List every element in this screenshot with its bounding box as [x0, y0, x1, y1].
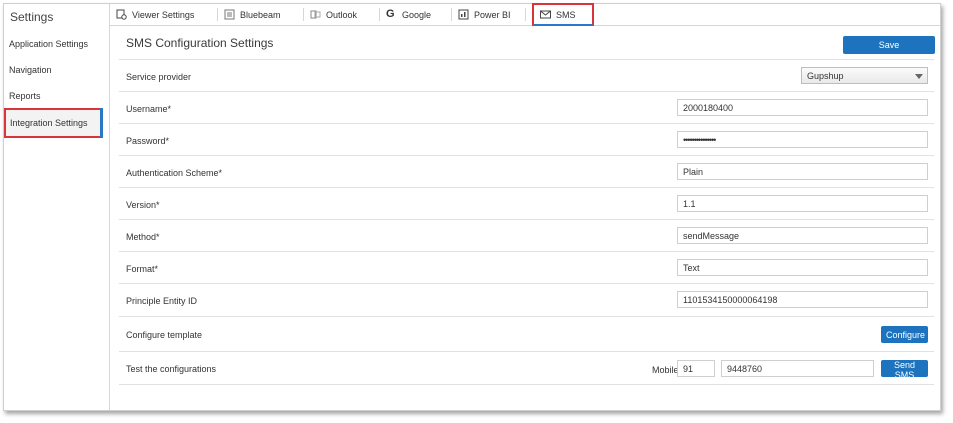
- tab-viewer-settings[interactable]: Viewer Settings: [110, 4, 218, 25]
- form-row-authentication-scheme: Authentication Scheme* Plain: [119, 155, 934, 187]
- envelope-icon: [540, 9, 551, 20]
- password-label: Password*: [126, 136, 170, 146]
- entity-id-input[interactable]: 1101534150000064198: [677, 291, 928, 308]
- tab-label: Viewer Settings: [132, 9, 195, 20]
- form-row-format: Format* Text: [119, 251, 934, 283]
- sidebar-item-application-settings[interactable]: Application Settings: [9, 39, 88, 49]
- form-row-configure-template: Configure template Configure: [119, 316, 934, 351]
- mobile-label: Mobile: [652, 365, 679, 375]
- format-label: Format*: [126, 264, 159, 274]
- version-input[interactable]: 1.1: [677, 195, 928, 212]
- service-provider-value: Gupshup: [807, 71, 844, 81]
- sidebar: Settings Application Settings Navigation…: [4, 4, 110, 410]
- bluebeam-icon: [224, 9, 235, 20]
- power-bi-icon: [458, 9, 469, 20]
- form-row-service-provider: Service provider Gupshup: [119, 59, 934, 91]
- tab-outlook[interactable]: Outlook: [304, 4, 380, 25]
- form-row-version: Version* 1.1: [119, 187, 934, 219]
- viewer-settings-icon: [116, 9, 127, 20]
- tab-label: Power BI: [474, 9, 511, 20]
- configure-template-label: Configure template: [126, 330, 203, 340]
- tab-label: Google: [402, 9, 432, 20]
- sidebar-item-reports[interactable]: Reports: [9, 91, 41, 101]
- tab-power-bi[interactable]: Power BI: [452, 4, 526, 25]
- method-label: Method*: [126, 232, 160, 242]
- username-input[interactable]: 2000180400: [677, 99, 928, 116]
- entity-id-label: Principle Entity ID: [126, 296, 198, 306]
- send-sms-button[interactable]: Send SMS: [881, 360, 928, 380]
- mobile-number-input[interactable]: 9448760: [721, 360, 874, 377]
- tab-google[interactable]: G Google: [380, 4, 452, 25]
- format-input[interactable]: Text: [677, 259, 928, 276]
- sidebar-item-integration-settings[interactable]: Integration Settings: [4, 108, 103, 138]
- service-provider-select[interactable]: Gupshup: [801, 67, 928, 84]
- google-icon: G: [386, 8, 395, 20]
- configure-button[interactable]: Configure: [881, 326, 928, 343]
- tab-label: Bluebeam: [240, 9, 281, 20]
- form-row-test-configurations: Test the configurations Mobile 91 944876…: [119, 351, 934, 385]
- authentication-scheme-input[interactable]: Plain: [677, 163, 928, 180]
- page-title: SMS Configuration Settings: [126, 36, 274, 50]
- service-provider-label: Service provider: [126, 72, 192, 82]
- tab-bluebeam[interactable]: Bluebeam: [218, 4, 304, 25]
- chevron-down-icon: [915, 74, 923, 79]
- password-input[interactable]: •••••••••••••••: [677, 131, 928, 148]
- tab-label: SMS: [556, 9, 576, 20]
- country-code-input[interactable]: 91: [677, 360, 715, 377]
- method-input[interactable]: sendMessage: [677, 227, 928, 244]
- form-row-method: Method* sendMessage: [119, 219, 934, 251]
- version-label: Version*: [126, 200, 160, 210]
- tab-sms[interactable]: SMS: [532, 3, 594, 26]
- main-content: SMS Configuration Settings Save Service …: [111, 26, 939, 410]
- form-row-username: Username* 2000180400: [119, 91, 934, 123]
- authentication-scheme-label: Authentication Scheme*: [126, 168, 223, 178]
- settings-window: Settings Application Settings Navigation…: [3, 3, 941, 411]
- save-button[interactable]: Save: [843, 36, 935, 54]
- outlook-icon: [310, 9, 321, 20]
- tab-bar: Viewer Settings Bluebeam Outlook G Googl…: [110, 3, 940, 26]
- sidebar-title: Settings: [10, 10, 54, 24]
- form-row-entity-id: Principle Entity ID 1101534150000064198: [119, 283, 934, 316]
- form-row-password: Password* •••••••••••••••: [119, 123, 934, 155]
- test-configurations-label: Test the configurations: [126, 364, 217, 374]
- tab-label: Outlook: [326, 9, 358, 20]
- username-label: Username*: [126, 104, 172, 114]
- sidebar-item-navigation[interactable]: Navigation: [9, 65, 52, 75]
